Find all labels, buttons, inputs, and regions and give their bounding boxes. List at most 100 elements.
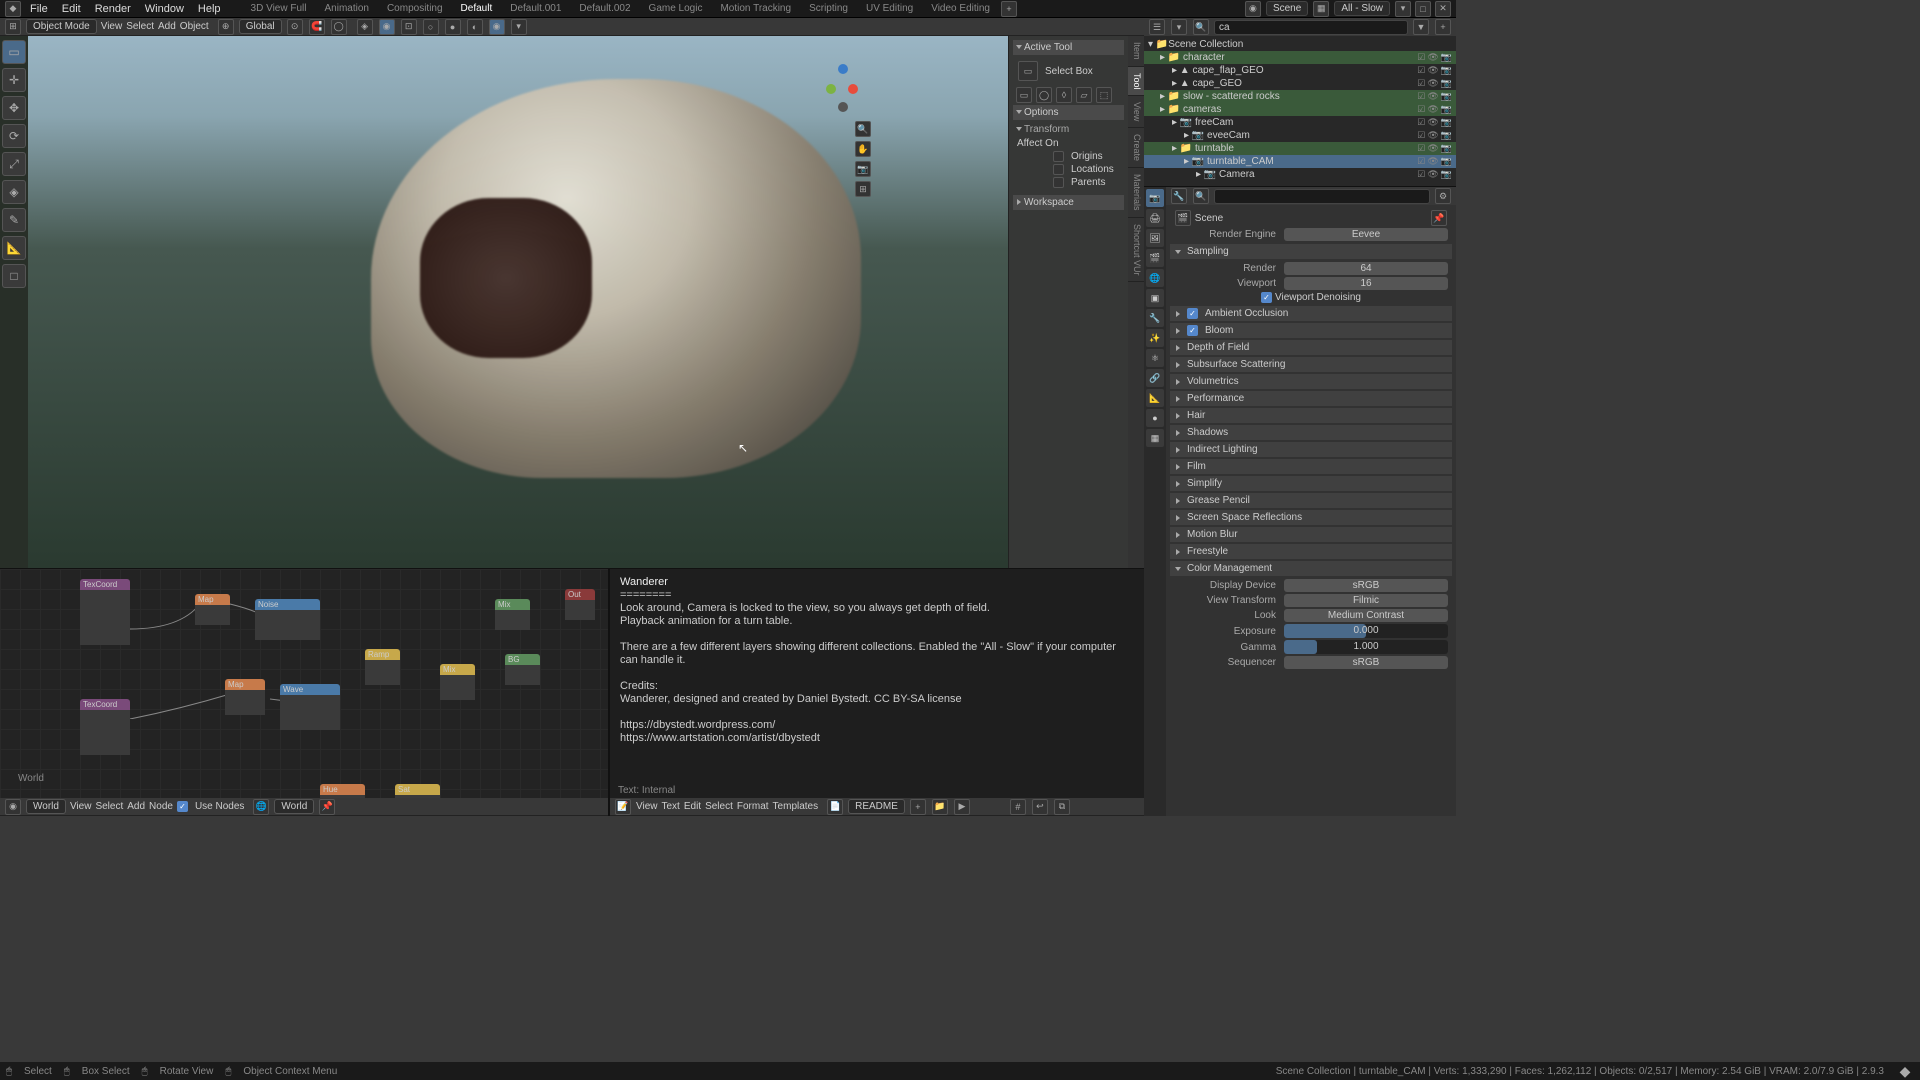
props-opts-icon[interactable]: ⚙ xyxy=(1435,188,1451,204)
shading-dd-icon[interactable]: ▾ xyxy=(511,19,527,35)
camera-view-icon[interactable]: 📷 xyxy=(855,161,871,177)
vp-add[interactable]: Add xyxy=(158,21,176,32)
text-content[interactable]: Wanderer ======== Look around, Camera is… xyxy=(610,569,1144,783)
exclude-icon[interactable]: ☑ xyxy=(1417,65,1425,76)
tool-move[interactable]: ✥ xyxy=(2,96,26,120)
panel-screen-space-reflections[interactable]: Screen Space Reflections xyxy=(1170,510,1452,525)
view-transform[interactable]: Filmic xyxy=(1284,594,1448,607)
locations-check[interactable] xyxy=(1053,164,1064,175)
panel-simplify[interactable]: Simplify xyxy=(1170,476,1452,491)
eye-icon[interactable]: 👁 xyxy=(1427,156,1438,167)
eye-icon[interactable]: 👁 xyxy=(1427,52,1438,63)
text-editor-type-icon[interactable]: 📝 xyxy=(615,799,631,815)
ptab-constraint[interactable]: 🔗 xyxy=(1146,369,1164,387)
mode-dropdown[interactable]: Object Mode xyxy=(26,19,97,34)
linenum-icon[interactable]: # xyxy=(1010,799,1026,815)
exclude-icon[interactable]: ☑ xyxy=(1417,52,1425,63)
render-icon[interactable]: 📷 xyxy=(1441,65,1452,76)
vp-view[interactable]: View xyxy=(101,21,123,32)
shade-wire-icon[interactable]: ○ xyxy=(423,19,439,35)
tool-annotate[interactable]: ✎ xyxy=(2,208,26,232)
sequencer-cs[interactable]: sRGB xyxy=(1284,656,1448,669)
text-new-icon[interactable]: + xyxy=(910,799,926,815)
ptab-scene[interactable]: 🎬 xyxy=(1146,249,1164,267)
ptab-material[interactable]: ● xyxy=(1146,409,1164,427)
menu-edit[interactable]: Edit xyxy=(56,3,87,15)
eye-icon[interactable]: 👁 xyxy=(1427,65,1438,76)
outliner-type-icon[interactable]: ☰ xyxy=(1149,19,1165,35)
vp-object[interactable]: Object xyxy=(180,21,209,32)
render-icon[interactable]: 📷 xyxy=(1441,130,1452,141)
panel-volumetrics[interactable]: Volumetrics xyxy=(1170,374,1452,389)
panel-freestyle[interactable]: Freestyle xyxy=(1170,544,1452,559)
ptab-object[interactable]: ▣ xyxy=(1146,289,1164,307)
ptab-particle[interactable]: ✨ xyxy=(1146,329,1164,347)
viewlayer-icon[interactable]: ▦ xyxy=(1313,1,1329,17)
filter-icon[interactable]: ▼ xyxy=(1413,19,1429,35)
parents-check[interactable] xyxy=(1053,177,1064,188)
viewport-samples[interactable]: 16 xyxy=(1284,277,1448,290)
selmode-2-icon[interactable]: ◯ xyxy=(1036,87,1052,103)
scene-icon[interactable]: ◉ xyxy=(1245,1,1261,17)
eye-icon[interactable]: 👁 xyxy=(1427,130,1438,141)
new-coll-icon[interactable]: + xyxy=(1435,19,1451,35)
viewlayer-field[interactable]: All - Slow xyxy=(1334,1,1390,16)
node-wave[interactable]: Wave xyxy=(280,684,340,730)
ws-animation[interactable]: Animation xyxy=(316,3,376,14)
outliner-tree[interactable]: ▾ 📁 Scene Collection ▸ 📁 character☑👁📷▸ ▲… xyxy=(1144,36,1456,186)
text-text[interactable]: Text xyxy=(662,801,680,812)
tree-Camera[interactable]: ▸ 📷 Camera☑👁📷 xyxy=(1144,168,1456,181)
eye-icon[interactable]: 👁 xyxy=(1427,143,1438,154)
panel-grease-pencil[interactable]: Grease Pencil xyxy=(1170,493,1452,508)
ptab-output[interactable]: 🖨 xyxy=(1146,209,1164,227)
editor-type-icon[interactable]: ⊞ xyxy=(5,19,21,35)
exposure-slider[interactable]: 0.000 xyxy=(1284,624,1448,638)
render-icon[interactable]: 📷 xyxy=(1441,143,1452,154)
axis-neg-icon[interactable] xyxy=(838,102,848,112)
exclude-icon[interactable]: ☑ xyxy=(1417,117,1425,128)
pin-prop-icon[interactable]: 📌 xyxy=(1431,210,1447,226)
origins-check[interactable] xyxy=(1053,151,1064,162)
render-icon[interactable]: 📷 xyxy=(1441,156,1452,167)
node-output[interactable]: Out xyxy=(565,589,595,620)
proportional-icon[interactable]: ◯ xyxy=(331,19,347,35)
node-noise[interactable]: Noise xyxy=(255,599,320,640)
sampling-header[interactable]: Sampling xyxy=(1170,244,1452,259)
selmode-1-icon[interactable]: ▭ xyxy=(1016,87,1032,103)
persp-icon[interactable]: ⊞ xyxy=(855,181,871,197)
ptab-texture[interactable]: ▦ xyxy=(1146,429,1164,447)
ptab-render[interactable]: 📷 xyxy=(1146,189,1164,207)
tree-eveeCam[interactable]: ▸ 📷 eveeCam☑👁📷 xyxy=(1144,129,1456,142)
pan-icon[interactable]: ✋ xyxy=(855,141,871,157)
panel-bloom[interactable]: ✓Bloom xyxy=(1170,323,1452,338)
tool-cursor[interactable]: ✛ xyxy=(2,68,26,92)
text-templates[interactable]: Templates xyxy=(773,801,819,812)
panel-ambient-occlusion[interactable]: ✓Ambient Occlusion xyxy=(1170,306,1452,321)
ws-gamelogic[interactable]: Game Logic xyxy=(641,3,711,14)
ws-videoedit[interactable]: Video Editing xyxy=(923,3,998,14)
new-icon[interactable]: □ xyxy=(1415,1,1431,17)
scene-field[interactable]: Scene xyxy=(1266,1,1308,16)
render-icon[interactable]: 📷 xyxy=(1441,78,1452,89)
node-colorramp1[interactable]: Ramp xyxy=(365,649,400,685)
ws-default[interactable]: Default xyxy=(453,3,501,14)
tool-select-box[interactable]: ▭ xyxy=(2,40,26,64)
panel-color-management[interactable]: Color Management xyxy=(1170,561,1452,576)
ws-3dview[interactable]: 3D View Full xyxy=(243,3,315,14)
x-icon[interactable]: ✕ xyxy=(1435,1,1451,17)
panel-shadows[interactable]: Shadows xyxy=(1170,425,1452,440)
tool-transform[interactable]: ◈ xyxy=(2,180,26,204)
ptab-modifier[interactable]: 🔧 xyxy=(1146,309,1164,327)
node-editor[interactable]: TexCoord Map Noise Ramp Mix Out TexCoord… xyxy=(0,569,608,816)
panel-indirect-lighting[interactable]: Indirect Lighting xyxy=(1170,442,1452,457)
exclude-icon[interactable]: ☑ xyxy=(1417,130,1425,141)
axis-y-icon[interactable] xyxy=(826,84,836,94)
menu-file[interactable]: File xyxy=(24,3,54,15)
text-view[interactable]: View xyxy=(636,801,658,812)
exclude-icon[interactable]: ☑ xyxy=(1417,91,1425,102)
pivot-icon[interactable]: ⊙ xyxy=(287,19,303,35)
node-view[interactable]: View xyxy=(70,801,92,812)
tool-scale[interactable]: ⤢ xyxy=(2,152,26,176)
node-background[interactable]: BG xyxy=(505,654,540,685)
display-device[interactable]: sRGB xyxy=(1284,579,1448,592)
